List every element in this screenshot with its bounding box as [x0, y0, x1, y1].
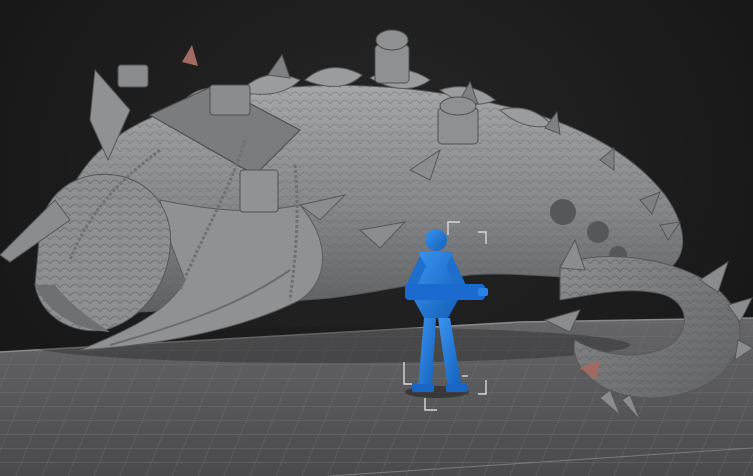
3d-viewport[interactable] [0, 0, 753, 476]
figure-gun [405, 284, 485, 300]
figure-head [425, 229, 447, 251]
creature-red-spike [182, 45, 198, 66]
scene-canvas[interactable] [0, 0, 753, 476]
figure-right-boot [446, 384, 468, 392]
figure-left-boot [412, 384, 434, 392]
figure-gun-barrel [478, 288, 488, 296]
